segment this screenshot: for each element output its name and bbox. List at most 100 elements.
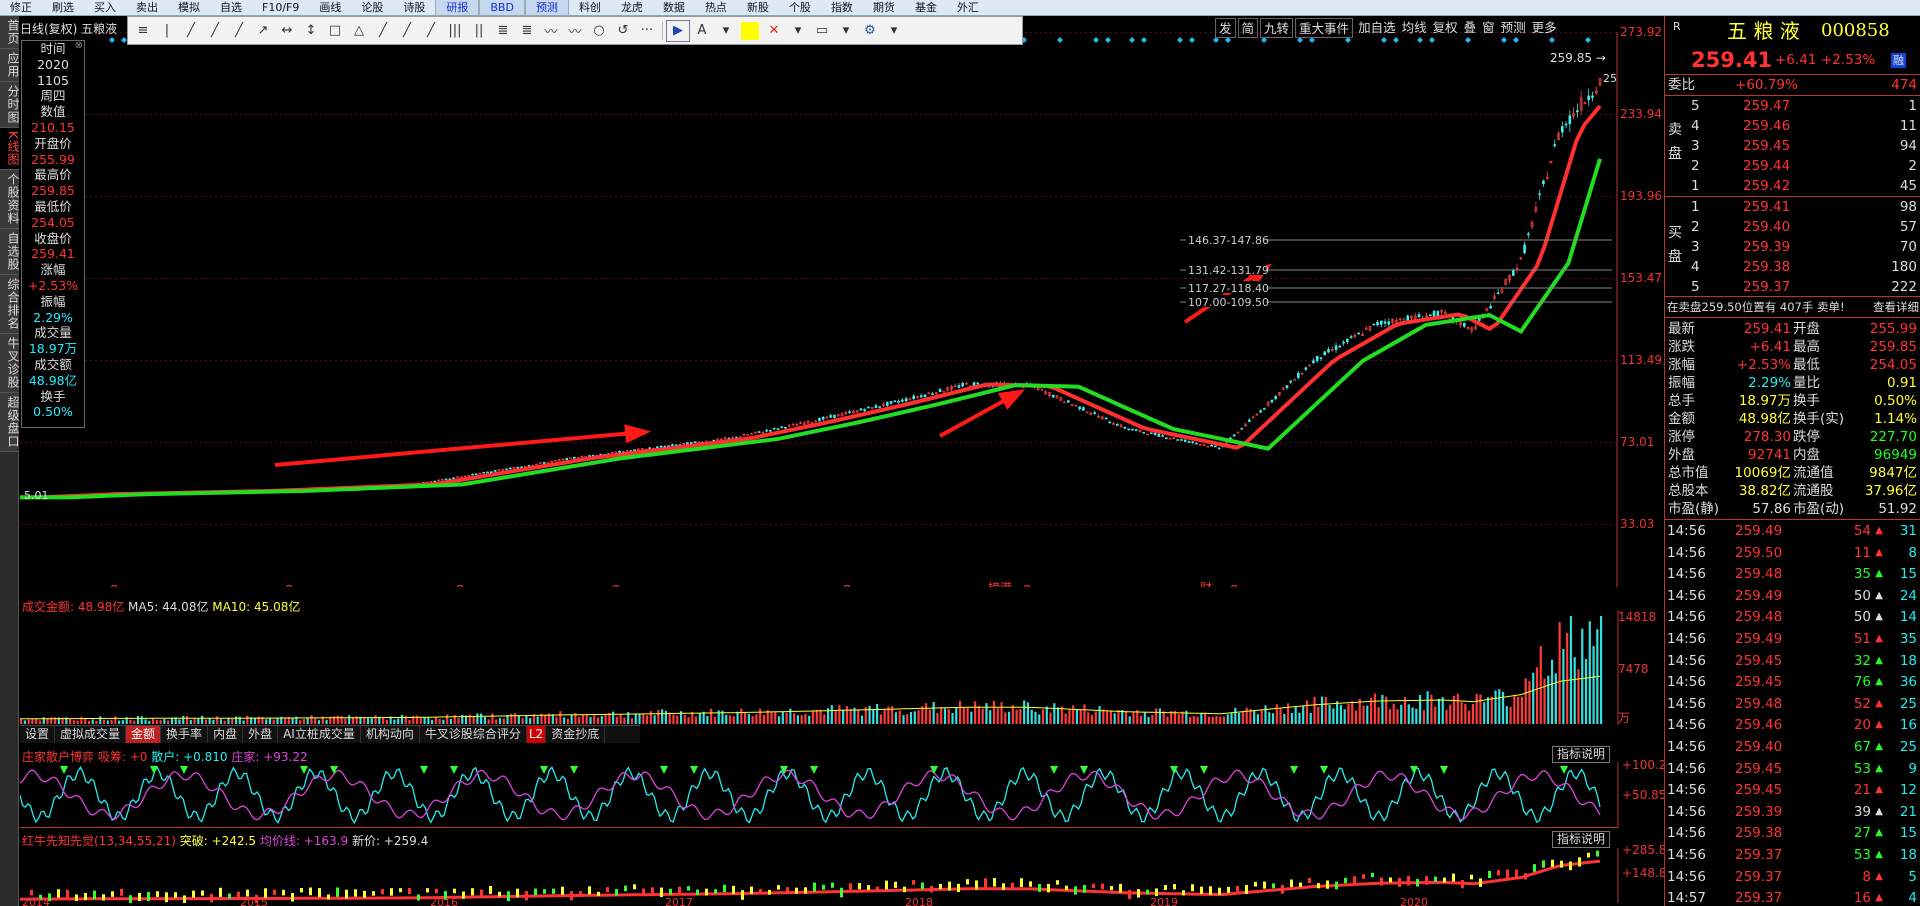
chevron-down-icon[interactable]: ▾	[834, 20, 858, 42]
menu-item[interactable]: 热点	[695, 0, 737, 15]
tick-row[interactable]: 14:56 259.45 21 ▲ 12	[1665, 781, 1920, 799]
rect-icon[interactable]: □	[323, 20, 347, 42]
menu-item[interactable]: 料创	[569, 0, 611, 15]
menu-item[interactable]: 诗股	[393, 0, 435, 15]
indicator-tab[interactable]: 虚拟成交量	[55, 726, 127, 743]
menu-item[interactable]: 预测	[524, 0, 569, 15]
left-tab[interactable]: 个股资料	[0, 169, 20, 229]
gann-icon[interactable]: ||	[467, 20, 491, 42]
detail-link[interactable]: 查看详细	[1873, 298, 1919, 316]
triangle-icon[interactable]: △	[347, 20, 371, 42]
chevron-down-icon[interactable]: ▾	[786, 20, 810, 42]
close-icon[interactable]: ⊗	[75, 41, 83, 51]
indicator-tab[interactable]: 设置	[20, 726, 56, 743]
indicator-tab[interactable]: 金额	[126, 726, 162, 743]
menu-item[interactable]: 龙虎	[611, 0, 653, 15]
tick-row[interactable]: 14:56 259.37 8 ▲ 5	[1665, 868, 1920, 886]
menu-item[interactable]: 新股	[737, 0, 779, 15]
chart-control[interactable]: 九转	[1260, 18, 1294, 38]
book-row[interactable]: 2 259.40 57	[1665, 218, 1920, 236]
level-icon[interactable]: ≣	[515, 20, 539, 42]
menu-item[interactable]: 画线	[309, 0, 351, 15]
wave-icon[interactable]: 〰	[539, 20, 563, 42]
tick-row[interactable]: 14:56 259.48 50 ▲ 14	[1665, 608, 1920, 626]
chart-control[interactable]: 重大事件	[1295, 18, 1354, 38]
tick-row[interactable]: 14:56 259.48 52 ▲ 25	[1665, 695, 1920, 713]
left-tab[interactable]: 综合排名	[0, 274, 20, 334]
chart-control[interactable]: 复权	[1430, 18, 1461, 38]
chart-control[interactable]: 发	[1215, 18, 1236, 38]
menu-item[interactable]: 基金	[905, 0, 947, 15]
tick-row[interactable]: 14:56 259.45 76 ▲ 36	[1665, 673, 1920, 691]
book-row[interactable]: 4 259.46 11	[1665, 117, 1920, 135]
left-tab[interactable]: 分时图	[0, 82, 20, 128]
book-row[interactable]: 5 259.37 222	[1665, 278, 1920, 296]
indicator-tab[interactable]: 内盘	[208, 726, 244, 743]
menu-item[interactable]: 买入	[84, 0, 126, 15]
tick-row[interactable]: 14:56 259.40 67 ▲ 25	[1665, 738, 1920, 756]
tick-row[interactable]: 14:56 259.49 50 ▲ 24	[1665, 587, 1920, 605]
pointer-icon[interactable]: ▶	[666, 19, 690, 42]
menu-item[interactable]: 期货	[863, 0, 905, 15]
chart-control[interactable]: 窗	[1479, 18, 1498, 38]
menu-item[interactable]: 模拟	[168, 0, 210, 15]
ind1-help-button[interactable]: 指标说明	[1552, 746, 1611, 763]
book-row[interactable]: 1 259.41 98	[1665, 198, 1920, 216]
fibo-icon[interactable]: ╱	[419, 20, 443, 42]
menu-item[interactable]: 数据	[653, 0, 695, 15]
line-icon[interactable]: ╱	[179, 20, 203, 42]
book-row[interactable]: 3 259.45 94	[1665, 137, 1920, 155]
hide-icon[interactable]: ▭	[810, 20, 834, 42]
chevron-down-icon[interactable]: ▾	[882, 20, 906, 42]
left-tab[interactable]: 自选股	[0, 228, 20, 275]
color-icon[interactable]	[741, 21, 759, 40]
menu-item[interactable]: 修正	[0, 0, 42, 15]
wave-icon[interactable]: 〰	[563, 20, 587, 42]
tick-row[interactable]: 14:56 259.46 20 ▲ 16	[1665, 716, 1920, 734]
delete-icon[interactable]: ✕	[762, 20, 786, 42]
tick-row[interactable]: 14:56 259.38 27 ▲ 15	[1665, 824, 1920, 842]
circle-icon[interactable]: ○	[587, 20, 611, 42]
menu-item[interactable]: 指数	[821, 0, 863, 15]
book-row[interactable]: 2 259.44 2	[1665, 157, 1920, 175]
chart-control[interactable]: 叠	[1461, 18, 1480, 38]
chart-control[interactable]: 预测	[1498, 18, 1529, 38]
text-icon[interactable]: A	[690, 20, 714, 42]
segment-icon[interactable]: ╱	[227, 20, 251, 42]
ind2-help-button[interactable]: 指标说明	[1552, 831, 1611, 848]
period-icon[interactable]: |||	[443, 20, 467, 42]
book-row[interactable]: 1 259.42 45	[1665, 177, 1920, 195]
indicator-tab[interactable]: 资金抄底	[546, 726, 606, 743]
menu-item[interactable]: BBD	[479, 0, 525, 15]
tick-row[interactable]: 14:56 259.45 53 ▲ 9	[1665, 760, 1920, 778]
line-icon[interactable]: |	[155, 20, 179, 42]
kline-chart[interactable]: 146.37-147.86131.42-131.79117.27-118.401…	[20, 32, 1620, 587]
channel-icon[interactable]: ╱	[395, 20, 419, 42]
tick-row[interactable]: 14:57 259.37 16 ▲ 4	[1665, 889, 1920, 906]
chart-control[interactable]: 均线	[1399, 18, 1430, 38]
tick-row[interactable]: 14:56 259.49 54 ▲ 31	[1665, 522, 1920, 540]
tick-row[interactable]: 14:56 259.50 11 ▲ 8	[1665, 544, 1920, 562]
chart-control[interactable]: 加自选	[1355, 18, 1399, 38]
menu-item[interactable]: 研报	[435, 0, 480, 15]
tick-row[interactable]: 14:56 259.49 51 ▲ 35	[1665, 630, 1920, 648]
margin-flag[interactable]: 融	[1891, 53, 1906, 68]
gear-icon[interactable]: ⚙	[858, 20, 882, 42]
more-icon[interactable]: ···	[635, 20, 659, 42]
left-tab[interactable]: 牛叉诊股	[0, 333, 20, 393]
chart-control[interactable]: 简	[1237, 18, 1259, 38]
menu-item[interactable]: 外汇	[947, 0, 989, 15]
menu-item[interactable]: 论股	[351, 0, 393, 15]
left-tab[interactable]: 首页	[0, 16, 20, 49]
fibo-time-icon[interactable]: ≣	[491, 20, 515, 42]
fan-icon[interactable]: ╱	[371, 20, 395, 42]
tick-row[interactable]: 14:56 259.48 35 ▲ 15	[1665, 565, 1920, 583]
tick-row[interactable]: 14:56 259.45 32 ▲ 18	[1665, 652, 1920, 670]
menu-item[interactable]: 卖出	[126, 0, 168, 15]
h-line-icon[interactable]: ↔	[275, 20, 299, 42]
book-row[interactable]: 5 259.47 1	[1665, 97, 1920, 115]
indicator-tab[interactable]: L2	[526, 726, 547, 743]
menu-item[interactable]: 个股	[779, 0, 821, 15]
indicator-tab[interactable]: 换手率	[161, 726, 209, 743]
arc-icon[interactable]: ↺	[611, 20, 635, 42]
